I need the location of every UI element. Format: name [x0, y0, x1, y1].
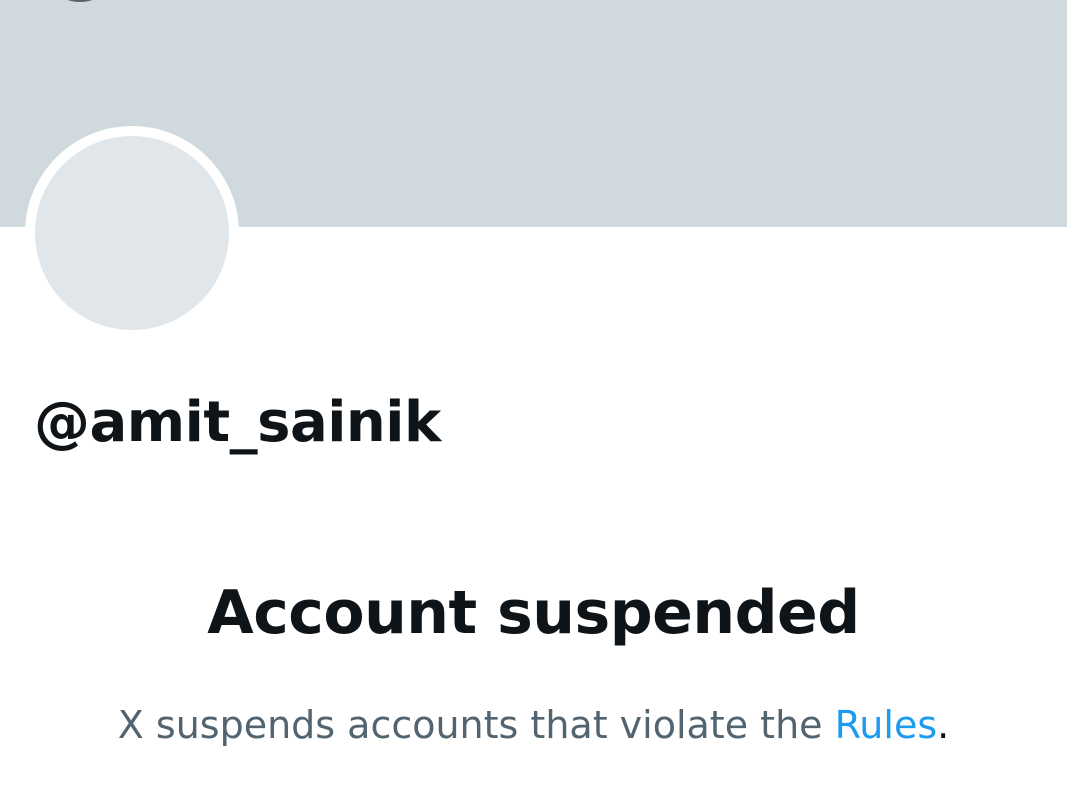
profile-page: @amit_sainik Account suspended X suspend…	[0, 0, 1067, 802]
suspension-message-text: X suspends accounts that violate the	[117, 703, 835, 747]
suspension-message-suffix: .	[937, 703, 950, 747]
suspension-title: Account suspended	[207, 578, 860, 648]
suspension-message: X suspends accounts that violate the Rul…	[0, 703, 1067, 747]
avatar-ring	[25, 126, 239, 340]
profile-handle: @amit_sainik	[34, 390, 441, 455]
avatar[interactable]	[35, 136, 229, 330]
back-button[interactable]	[40, 0, 120, 2]
rules-link[interactable]: Rules	[835, 703, 938, 747]
